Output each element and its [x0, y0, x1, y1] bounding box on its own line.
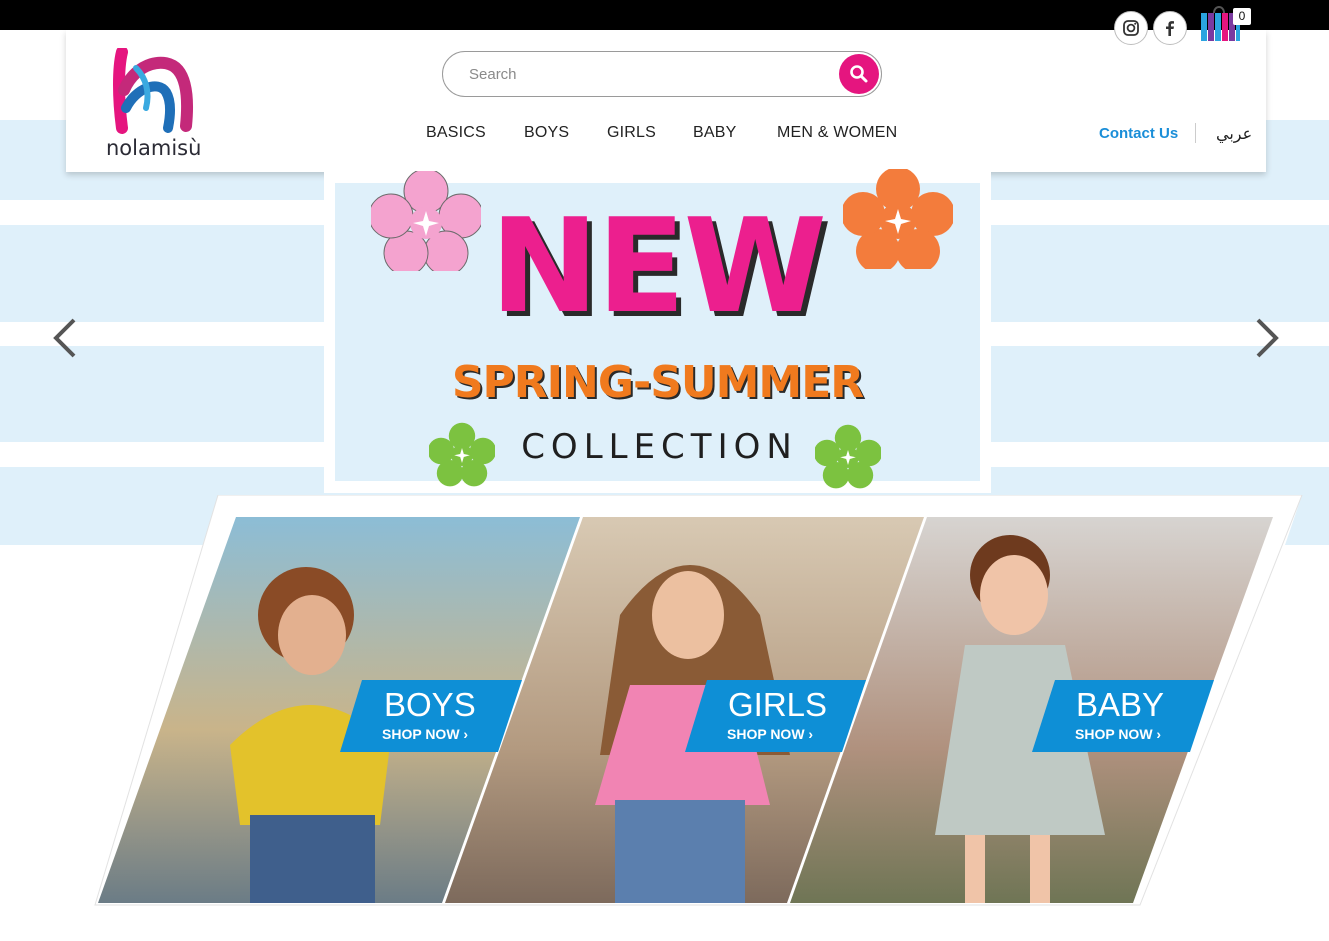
header-divider — [1195, 123, 1196, 143]
hero-banner[interactable]: NEW SPRING-SUMMER COLLECTION — [335, 169, 980, 489]
banner-tagline: COLLECTION — [521, 427, 798, 467]
page: nolamisù BASICS BOYS GIRLS BABY MEN & WO… — [0, 0, 1329, 941]
baby-shop-now[interactable]: SHOP NOW › — [1075, 726, 1161, 742]
carousel-next-button[interactable] — [1252, 316, 1282, 360]
green-flower-icon — [815, 424, 881, 489]
carousel-prev-button[interactable] — [50, 316, 80, 360]
language-switch[interactable]: عربي — [1216, 124, 1252, 143]
nav-item-boys[interactable]: BOYS — [524, 124, 569, 142]
banner-headline: NEW — [490, 190, 827, 342]
brand-logo[interactable]: nolamisù — [106, 46, 210, 166]
site-header: nolamisù BASICS BOYS GIRLS BABY MEN & WO… — [66, 30, 1266, 172]
boys-category-title: BOYS — [384, 686, 476, 723]
banner-subheadline: SPRING-SUMMER — [451, 357, 864, 408]
baby-category-title: BABY — [1076, 686, 1165, 723]
chevron-right-icon — [1256, 318, 1279, 358]
girls-category-link[interactable]: GIRLS SHOP NOW › — [705, 680, 855, 752]
baby-category-link[interactable]: BABY SHOP NOW › — [1052, 680, 1202, 752]
contact-us-link[interactable]: Contact Us — [1099, 125, 1178, 142]
search-button[interactable] — [839, 54, 879, 94]
boys-shop-now[interactable]: SHOP NOW › — [382, 726, 468, 742]
main-nav: BASICS BOYS GIRLS BABY MEN & WOMEN — [66, 124, 1266, 148]
nav-item-girls[interactable]: GIRLS — [607, 124, 656, 142]
category-section: BOYS SHOP NOW › GIRLS SHOP NOW › BABY SH… — [0, 495, 1329, 925]
search-input[interactable] — [469, 61, 829, 87]
cart-count-badge: 0 — [1233, 8, 1251, 25]
instagram-button[interactable] — [1114, 11, 1148, 45]
search-box — [442, 51, 882, 97]
facebook-button[interactable] — [1153, 11, 1187, 45]
instagram-icon — [1123, 20, 1139, 36]
facebook-icon — [1166, 21, 1174, 36]
nav-item-baby[interactable]: BABY — [693, 124, 737, 142]
girls-category-title: GIRLS — [728, 686, 828, 723]
boys-category-link[interactable]: BOYS SHOP NOW › — [360, 680, 510, 752]
chevron-left-icon — [53, 318, 76, 358]
nav-item-basics[interactable]: BASICS — [426, 124, 486, 142]
girls-shop-now[interactable]: SHOP NOW › — [727, 726, 813, 742]
search-icon — [850, 65, 868, 83]
nav-item-men-women[interactable]: MEN & WOMEN — [777, 124, 897, 142]
